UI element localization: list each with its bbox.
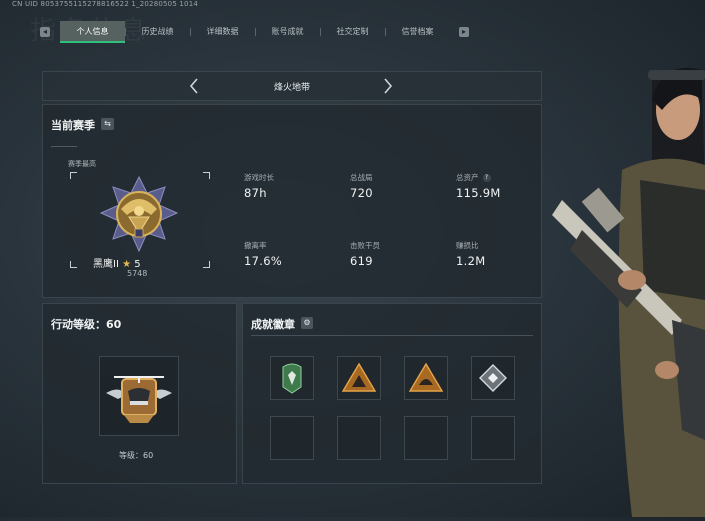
triangle-badge-icon bbox=[408, 362, 444, 392]
gear-icon[interactable]: ⚙ bbox=[301, 317, 313, 329]
badge-slot[interactable] bbox=[404, 356, 448, 400]
swap-icon[interactable]: ⇆ bbox=[101, 118, 114, 130]
divider bbox=[251, 335, 533, 336]
action-level-label: 等级：60 bbox=[119, 451, 154, 460]
stat-label-assets: 总资产? bbox=[456, 172, 491, 183]
season-panel: 当前赛季 ⇆ 赛季最高 黑鹰II ★ 5 5748 游戏时长 87h 总战局 7… bbox=[42, 104, 542, 298]
stat-value-profit-ratio: 1.2M bbox=[456, 254, 486, 268]
help-icon[interactable]: ? bbox=[482, 174, 491, 182]
map-selector: 烽火地带 bbox=[42, 71, 542, 101]
stat-label-profit-ratio: 赚损比 bbox=[456, 241, 479, 250]
badge-slot-empty[interactable] bbox=[270, 416, 314, 460]
chevron-right-icon[interactable] bbox=[383, 78, 393, 98]
helicopter-emblem-icon bbox=[106, 376, 172, 423]
badges-title: 成就徽章 bbox=[251, 318, 295, 331]
badge-slot-empty[interactable] bbox=[404, 416, 448, 460]
tab-history[interactable]: 历史战绩 bbox=[125, 21, 190, 43]
stat-value-assets: 115.9M bbox=[456, 186, 501, 200]
uid-text: CN UID 8053755115278816522 1_20280505 10… bbox=[12, 0, 199, 8]
tab-achievements[interactable]: 账号成就 bbox=[255, 21, 320, 43]
rank-badge-icon bbox=[99, 175, 179, 257]
stat-label-playtime: 游戏时长 bbox=[244, 173, 274, 182]
season-title: 当前赛季 bbox=[51, 119, 95, 132]
tab-reputation[interactable]: 信誉档案 bbox=[385, 21, 450, 43]
action-level-title: 行动等级：60 bbox=[51, 318, 122, 331]
operator-character-image bbox=[552, 40, 705, 518]
stat-label-matches: 总战局 bbox=[350, 173, 373, 182]
top-tab-bar: ◂ 个人信息 历史战绩 详细数据 账号成就 社交定制 信誉档案 ▸ bbox=[38, 21, 472, 43]
season-best-label: 赛季最高 bbox=[68, 160, 96, 168]
stat-label-extract-rate: 撤离率 bbox=[244, 241, 267, 250]
tab-next-icon[interactable]: ▸ bbox=[459, 27, 469, 37]
divider bbox=[51, 146, 77, 147]
diamond-badge-icon bbox=[479, 364, 507, 392]
shield-badge-icon bbox=[282, 363, 302, 394]
stat-value-playtime: 87h bbox=[244, 186, 267, 200]
action-level-frame bbox=[99, 356, 179, 436]
rank-score: 5748 bbox=[127, 269, 148, 278]
badge-slot[interactable] bbox=[471, 356, 515, 400]
action-level-panel: 行动等级：60 等级：60 bbox=[42, 303, 237, 484]
stat-value-matches: 720 bbox=[350, 186, 373, 200]
tab-social[interactable]: 社交定制 bbox=[320, 21, 385, 43]
stat-label-kills: 击败干员 bbox=[350, 241, 380, 250]
tab-personal-info[interactable]: 个人信息 bbox=[60, 21, 125, 43]
badge-slot[interactable] bbox=[270, 356, 314, 400]
stat-value-extract-rate: 17.6% bbox=[244, 254, 283, 268]
tab-details[interactable]: 详细数据 bbox=[190, 21, 255, 43]
rank-name: 黑鹰II ★ 5 bbox=[93, 259, 141, 270]
stat-value-kills: 619 bbox=[350, 254, 373, 268]
tab-prev-icon[interactable]: ◂ bbox=[40, 27, 50, 37]
badge-slot-empty[interactable] bbox=[471, 416, 515, 460]
badge-slot[interactable] bbox=[337, 356, 381, 400]
achievement-badges-panel: 成就徽章 ⚙ bbox=[242, 303, 542, 484]
badge-slot-empty[interactable] bbox=[337, 416, 381, 460]
triangle-badge-icon bbox=[341, 362, 377, 392]
map-title: 烽火地带 bbox=[273, 83, 310, 93]
